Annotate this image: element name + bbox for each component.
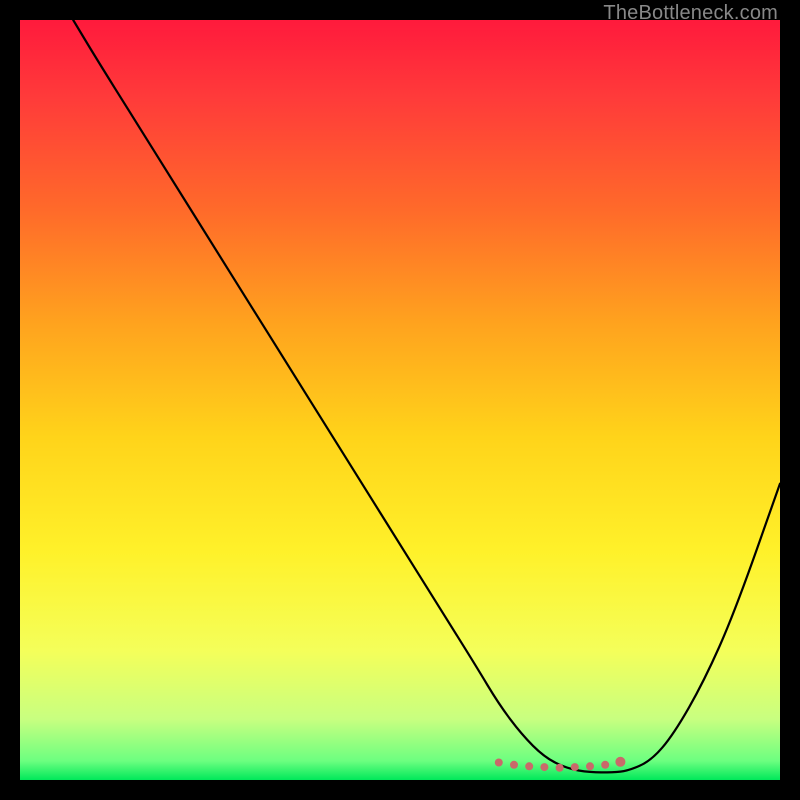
- optimal-marker: [510, 761, 518, 769]
- optimal-marker: [540, 763, 548, 771]
- optimal-marker: [615, 757, 625, 767]
- watermark-text: TheBottleneck.com: [603, 2, 778, 25]
- chart-frame: [20, 20, 780, 780]
- optimal-marker: [571, 763, 579, 771]
- optimal-marker: [586, 762, 594, 770]
- optimal-marker: [601, 761, 609, 769]
- gradient-bg: [20, 20, 780, 780]
- optimal-marker: [556, 764, 564, 772]
- optimal-marker: [495, 759, 503, 767]
- bottleneck-chart: [20, 20, 780, 780]
- optimal-marker: [525, 762, 533, 770]
